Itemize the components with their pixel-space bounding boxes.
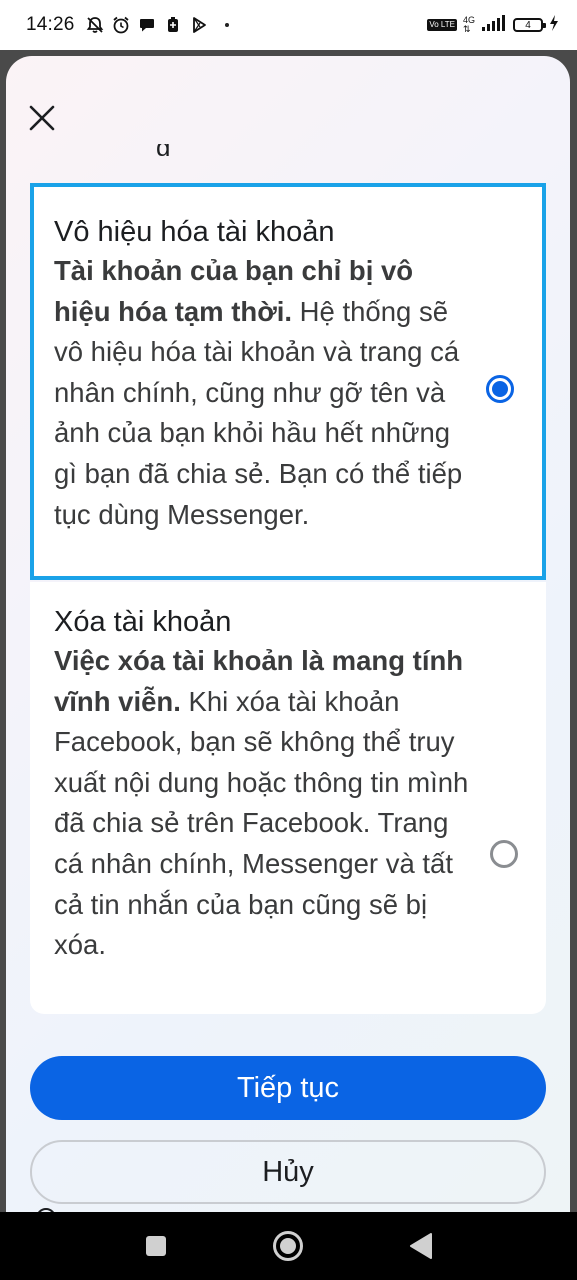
close-icon xyxy=(29,105,55,131)
status-left: 14:26 xyxy=(26,14,229,36)
delete-option-text: Xóa tài khoản Việc xóa tài khoản là mang… xyxy=(54,603,474,966)
cancel-button[interactable]: Hủy xyxy=(30,1140,546,1204)
deactivate-account-option[interactable]: Vô hiệu hóa tài khoản Tài khoản của bạn … xyxy=(30,183,546,580)
battery-saver-icon xyxy=(163,15,183,35)
back-triangle-icon xyxy=(409,1233,432,1259)
delete-option-title: Xóa tài khoản xyxy=(54,606,232,638)
data-arrows-icon: ⇅ xyxy=(462,24,471,34)
status-bar: 14:26 Vo LTE 4G ⇅ 4 xyxy=(0,0,577,50)
deactivate-option-title: Vô hiệu hóa tài khoản xyxy=(54,216,335,248)
alarm-icon xyxy=(111,15,131,35)
delete-option-desc-text: Khi xóa tài khoản Facebook, bạn sẽ không… xyxy=(54,685,469,961)
scrolled-heading-fragment: g xyxy=(156,144,170,156)
delete-account-option[interactable]: Xóa tài khoản Việc xóa tài khoản là mang… xyxy=(30,582,546,1014)
status-time: 14:26 xyxy=(26,14,75,35)
delete-radio-unselected[interactable] xyxy=(490,840,518,868)
recents-square-icon xyxy=(146,1236,167,1256)
deactivate-radio-selected[interactable] xyxy=(486,375,514,403)
system-nav-bar xyxy=(0,1212,577,1280)
signal-icon xyxy=(481,14,507,37)
battery-level: 4 xyxy=(525,19,531,31)
deactivate-option-text: Vô hiệu hóa tài khoản Tài khoản của bạn … xyxy=(54,213,474,535)
home-circle-icon xyxy=(273,1231,304,1261)
battery-icon: 4 xyxy=(513,18,546,32)
network-type: 4G ⇅ xyxy=(463,16,475,34)
account-options-sheet: g Vô hiệu hóa tài khoản Tài khoản của bạ… xyxy=(6,56,570,1236)
continue-button[interactable]: Tiếp tục xyxy=(30,1056,546,1120)
play-store-icon xyxy=(189,15,209,35)
volte-badge: Vo LTE xyxy=(427,19,457,31)
deactivate-option-description: Tài khoản của bạn chỉ bị vô hiệu hóa tạm… xyxy=(54,251,474,535)
screen: 14:26 Vo LTE 4G ⇅ 4 Vô hiệu hóa tài khoả… xyxy=(0,0,577,1280)
recents-button[interactable] xyxy=(134,1224,178,1268)
more-notifications-dot xyxy=(224,23,229,27)
mute-notifications-icon xyxy=(85,15,105,35)
close-button[interactable] xyxy=(24,100,60,136)
status-right: Vo LTE 4G ⇅ 4 xyxy=(427,14,559,37)
charging-icon xyxy=(549,14,559,37)
back-button[interactable] xyxy=(399,1224,443,1268)
deactivate-option-desc-text: Hệ thống sẽ vô hiệu hóa tài khoản và tra… xyxy=(54,295,463,530)
home-button[interactable] xyxy=(266,1224,310,1268)
delete-option-description: Việc xóa tài khoản là mang tính vĩnh viễ… xyxy=(54,641,474,966)
chat-bubble-icon xyxy=(137,15,157,35)
